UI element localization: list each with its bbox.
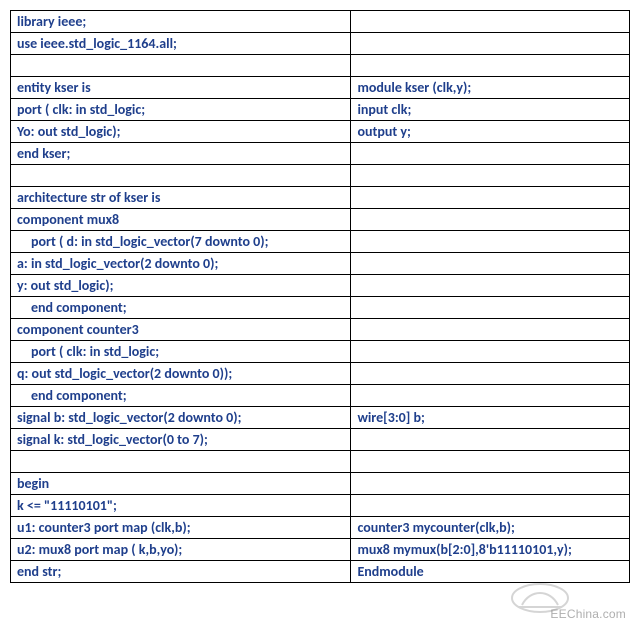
verilog-cell <box>351 55 630 77</box>
table-row: k <= "11110101"; <box>11 495 630 517</box>
vhdl-cell: entity kser is <box>11 77 351 99</box>
table-row: library ieee; <box>11 11 630 33</box>
verilog-cell <box>351 385 630 407</box>
code-text: end component; <box>17 299 127 316</box>
table-row: end str;Endmodule <box>11 561 630 583</box>
verilog-cell <box>351 231 630 253</box>
watermark-text: EEChina.com <box>550 607 626 621</box>
table-row: u1: counter3 port map (clk,b);counter3 m… <box>11 517 630 539</box>
verilog-cell: wire[3:0] b; <box>351 407 630 429</box>
table-row: use ieee.std_logic_1164.all; <box>11 33 630 55</box>
verilog-cell <box>351 165 630 187</box>
vhdl-cell: port ( clk: in std_logic; <box>11 341 351 363</box>
table-row <box>11 55 630 77</box>
vhdl-cell: a: in std_logic_vector(2 downto 0); <box>11 253 351 275</box>
verilog-cell <box>351 143 630 165</box>
vhdl-cell: signal k: std_logic_vector(0 to 7); <box>11 429 351 451</box>
vhdl-cell: architecture str of kser is <box>11 187 351 209</box>
table-row: port ( clk: in std_logic; <box>11 341 630 363</box>
code-text: port ( clk: in std_logic; <box>17 343 159 360</box>
vhdl-cell: end str; <box>11 561 351 583</box>
code-comparison-table-wrap: library ieee;use ieee.std_logic_1164.all… <box>0 0 640 583</box>
table-row: y: out std_logic); <box>11 275 630 297</box>
table-row <box>11 165 630 187</box>
vhdl-cell: end kser; <box>11 143 351 165</box>
verilog-cell: counter3 mycounter(clk,b); <box>351 517 630 539</box>
vhdl-cell: u1: counter3 port map (clk,b); <box>11 517 351 539</box>
vhdl-cell: library ieee; <box>11 11 351 33</box>
vhdl-cell: end component; <box>11 297 351 319</box>
vhdl-cell: k <= "11110101"; <box>11 495 351 517</box>
table-row: begin <box>11 473 630 495</box>
vhdl-cell <box>11 55 351 77</box>
code-text: end component; <box>17 387 127 404</box>
table-row: signal b: std_logic_vector(2 downto 0);w… <box>11 407 630 429</box>
verilog-cell <box>351 297 630 319</box>
verilog-cell <box>351 473 630 495</box>
verilog-cell <box>351 341 630 363</box>
verilog-cell: module kser (clk,y); <box>351 77 630 99</box>
vhdl-cell: use ieee.std_logic_1164.all; <box>11 33 351 55</box>
verilog-cell: output y; <box>351 121 630 143</box>
vhdl-cell: component counter3 <box>11 319 351 341</box>
verilog-cell: mux8 mymux(b[2:0],8'b11110101,y); <box>351 539 630 561</box>
table-row: port ( d: in std_logic_vector(7 downto 0… <box>11 231 630 253</box>
table-row: architecture str of kser is <box>11 187 630 209</box>
vhdl-cell: port ( clk: in std_logic; <box>11 99 351 121</box>
vhdl-cell: signal b: std_logic_vector(2 downto 0); <box>11 407 351 429</box>
verilog-cell <box>351 363 630 385</box>
table-row: end component; <box>11 297 630 319</box>
table-row: component counter3 <box>11 319 630 341</box>
table-row: a: in std_logic_vector(2 downto 0); <box>11 253 630 275</box>
verilog-cell <box>351 33 630 55</box>
vhdl-cell: port ( d: in std_logic_vector(7 downto 0… <box>11 231 351 253</box>
table-row: end kser; <box>11 143 630 165</box>
verilog-cell <box>351 319 630 341</box>
table-row: entity kser ismodule kser (clk,y); <box>11 77 630 99</box>
vhdl-cell: y: out std_logic); <box>11 275 351 297</box>
table-body: library ieee;use ieee.std_logic_1164.all… <box>11 11 630 583</box>
verilog-cell <box>351 495 630 517</box>
vhdl-cell: q: out std_logic_vector(2 downto 0)); <box>11 363 351 385</box>
table-row: q: out std_logic_vector(2 downto 0)); <box>11 363 630 385</box>
verilog-cell: input clk; <box>351 99 630 121</box>
verilog-cell <box>351 187 630 209</box>
code-text: port ( d: in std_logic_vector(7 downto 0… <box>17 233 269 250</box>
vhdl-cell: end component; <box>11 385 351 407</box>
table-row: signal k: std_logic_vector(0 to 7); <box>11 429 630 451</box>
verilog-cell <box>351 11 630 33</box>
vhdl-cell: u2: mux8 port map ( k,b,yo); <box>11 539 351 561</box>
table-row: Yo: out std_logic);output y; <box>11 121 630 143</box>
vhdl-cell: Yo: out std_logic); <box>11 121 351 143</box>
code-comparison-table: library ieee;use ieee.std_logic_1164.all… <box>10 10 630 583</box>
verilog-cell <box>351 275 630 297</box>
table-row: u2: mux8 port map ( k,b,yo);mux8 mymux(b… <box>11 539 630 561</box>
table-row: port ( clk: in std_logic;input clk; <box>11 99 630 121</box>
verilog-cell <box>351 429 630 451</box>
table-row: end component; <box>11 385 630 407</box>
vhdl-cell <box>11 165 351 187</box>
verilog-cell: Endmodule <box>351 561 630 583</box>
table-row: component mux8 <box>11 209 630 231</box>
verilog-cell <box>351 253 630 275</box>
vhdl-cell: begin <box>11 473 351 495</box>
table-row <box>11 451 630 473</box>
verilog-cell <box>351 209 630 231</box>
vhdl-cell: component mux8 <box>11 209 351 231</box>
verilog-cell <box>351 451 630 473</box>
vhdl-cell <box>11 451 351 473</box>
